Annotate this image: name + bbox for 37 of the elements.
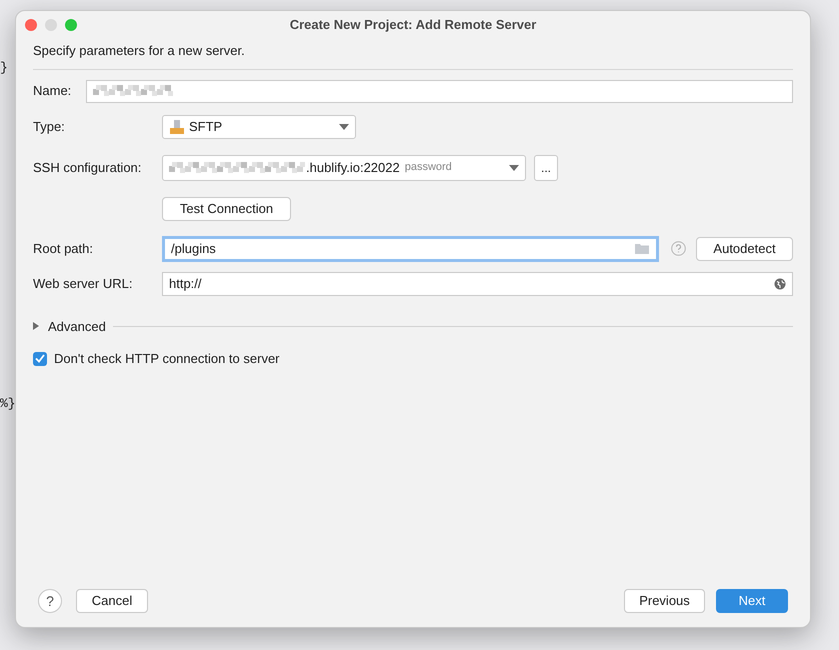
ssh-configuration-dropdown[interactable]: .hublify.io:22022 password [162, 154, 526, 180]
code-fragment: } [0, 59, 9, 77]
more-options-button[interactable]: ... [534, 154, 558, 180]
next-button[interactable]: Next [716, 589, 788, 613]
window-title: Create New Project: Add Remote Server [290, 16, 536, 34]
checkbox-label: Don't check HTTP connection to server [54, 350, 280, 368]
checkbox[interactable] [33, 352, 47, 366]
field-label: Web server URL: [33, 274, 134, 293]
cancel-button[interactable]: Cancel [76, 589, 148, 613]
field-label: Type: [33, 118, 66, 136]
sftp-file-icon [169, 118, 185, 134]
globe-icon [774, 278, 786, 290]
dropdown-caret-icon [509, 164, 519, 170]
previous-button[interactable]: Previous [624, 589, 705, 613]
web-server-url-input-field[interactable]: http:// [162, 272, 793, 296]
disclosure-triangle-icon [33, 322, 39, 330]
test-connection-button[interactable]: Test Connection [162, 196, 291, 220]
pixelated-text-icon [93, 85, 173, 97]
help-button[interactable]: ? [38, 589, 62, 613]
advanced-section-toggle[interactable]: Advanced [33, 316, 106, 336]
pixelated-text-icon [169, 162, 305, 174]
type-dropdown[interactable]: SFTP [162, 114, 356, 138]
name-input-field[interactable] [86, 80, 793, 102]
root-path-input-field[interactable]: /plugins [162, 236, 659, 262]
checkmark-icon [35, 354, 45, 364]
minimize-window-button[interactable] [45, 18, 57, 30]
close-window-button[interactable] [25, 18, 37, 30]
autodetect-button[interactable]: Autodetect [696, 236, 793, 260]
help-icon[interactable] [671, 241, 686, 256]
description-text: Specify parameters for a new server. [33, 42, 246, 60]
folder-icon[interactable] [635, 243, 650, 254]
field-label: Root path: [33, 240, 94, 258]
maximize-window-button[interactable] [65, 18, 77, 30]
code-fragment: %} [0, 394, 17, 412]
dropdown-caret-icon [339, 124, 349, 130]
field-label: SSH configuration: [33, 158, 142, 177]
field-label: Name: [33, 82, 72, 100]
